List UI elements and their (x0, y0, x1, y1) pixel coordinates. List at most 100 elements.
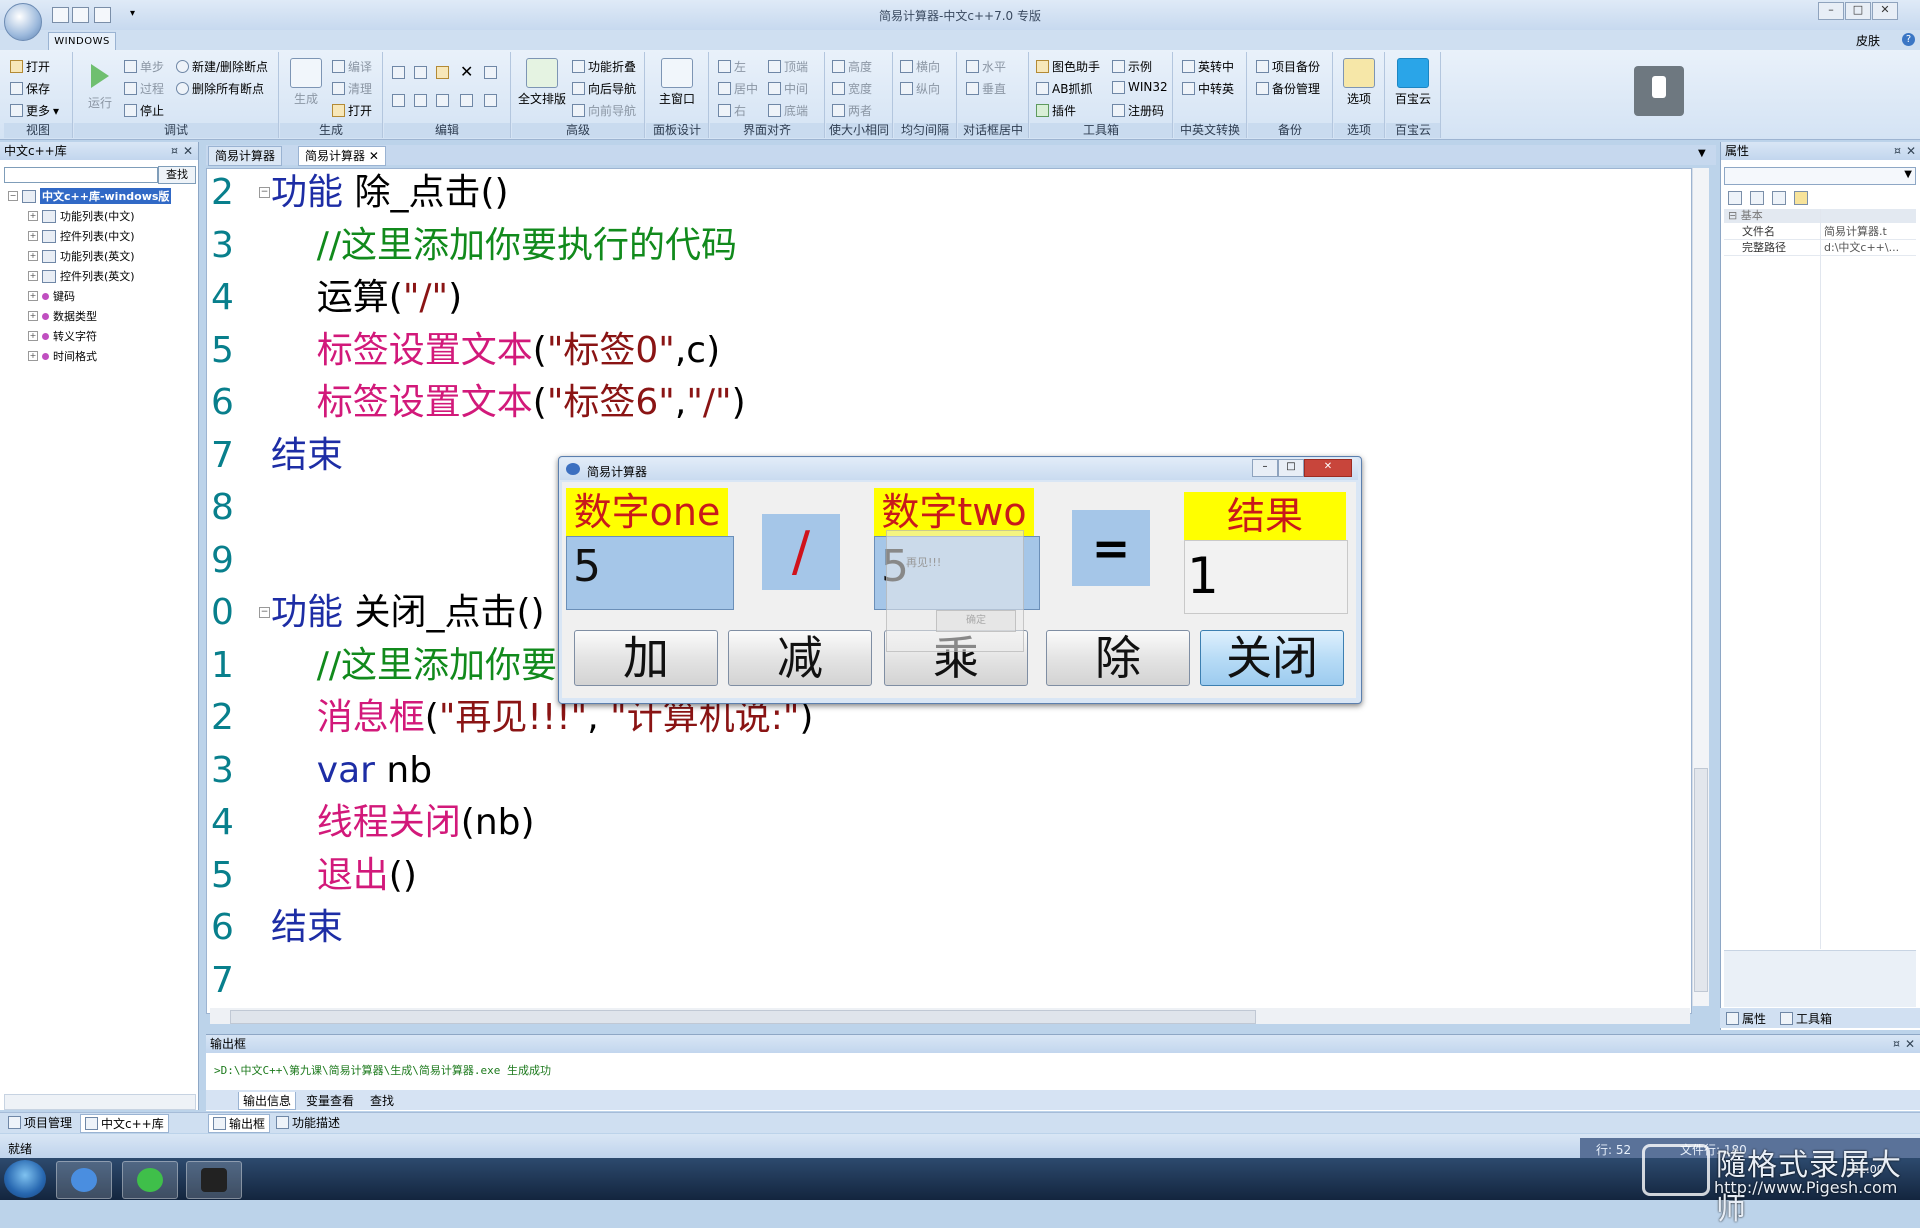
tree-node[interactable]: + 键码 (28, 288, 75, 304)
save-button[interactable]: 保存 (10, 80, 50, 97)
scroll-thumb[interactable] (230, 1010, 1256, 1024)
register-code-button[interactable]: 注册码 (1112, 102, 1164, 119)
tab-properties[interactable]: 属性 (1726, 1010, 1766, 1027)
fading-ok-button[interactable]: 确定 (936, 610, 1016, 632)
collapse-icon[interactable]: − (8, 191, 18, 201)
navigate-back-button[interactable]: 向后导航 (572, 80, 636, 97)
library-search-input[interactable] (4, 167, 158, 183)
library-horizontal-scrollbar[interactable] (4, 1094, 196, 1110)
format-all-button[interactable]: 全文排版 (516, 58, 568, 107)
pin-icon[interactable]: ¤ (171, 142, 178, 160)
same-width-button[interactable]: 宽度 (832, 80, 872, 97)
tree-node[interactable]: + 时间格式 (28, 348, 97, 364)
start-button[interactable] (4, 1160, 46, 1198)
object-selector[interactable]: ▼ (1724, 167, 1916, 185)
categorized-icon[interactable] (1728, 191, 1742, 205)
tree-node[interactable]: + 转义字符 (28, 328, 97, 344)
code-line[interactable]: 2 − 功能 除_点击() (207, 169, 1687, 219)
undo-icon[interactable] (392, 94, 405, 107)
align-center-button[interactable]: 居中 (718, 80, 758, 97)
library-search-button[interactable]: 查找 (158, 166, 196, 184)
tree-root[interactable]: − 中文c++库-windows版 (8, 188, 172, 204)
examples-button[interactable]: 示例 (1112, 58, 1152, 75)
tab-output-info[interactable]: 输出信息 (238, 1092, 297, 1110)
expand-icon[interactable]: + (28, 291, 38, 301)
tab-variable-watch[interactable]: 变量查看 (302, 1092, 358, 1109)
run-button[interactable]: 运行 (80, 60, 120, 111)
code-line[interactable]: 5 标签设置文本("标签0",c) (207, 325, 1687, 377)
paste-icon[interactable] (436, 66, 449, 79)
expand-icon[interactable]: + (28, 351, 38, 361)
vertical-spacing-button[interactable]: 纵向 (900, 80, 940, 97)
expand-icon[interactable]: + (28, 271, 38, 281)
doc-tab-code[interactable]: 简易计算器 ✕ (298, 146, 386, 166)
calculator-title-bar[interactable] (560, 458, 1358, 480)
horizontal-spacing-button[interactable]: 横向 (900, 58, 940, 75)
step-over-button[interactable]: 过程 (124, 80, 164, 97)
en-to-cn-button[interactable]: 英转中 (1182, 58, 1234, 75)
expand-icon[interactable]: + (28, 231, 38, 241)
code-line[interactable]: 5 退出() (207, 850, 1687, 902)
align-right-button[interactable]: 右 (718, 102, 746, 119)
stop-button[interactable]: 停止 (124, 102, 164, 119)
tab-function-description[interactable]: 功能描述 (272, 1114, 344, 1131)
ab-grab-button[interactable]: AB抓抓 (1036, 80, 1092, 97)
code-line[interactable]: 4 运算("/") (207, 272, 1687, 324)
calc-close-button[interactable]: ✕ (1304, 459, 1352, 477)
taskbar-ide-button[interactable] (56, 1161, 112, 1199)
doc-tab-designer[interactable]: 简易计算器 (208, 146, 283, 166)
build-button[interactable]: 生成 (286, 58, 326, 107)
expand-icon[interactable]: + (28, 331, 38, 341)
tab-library[interactable]: 中文c++库 (80, 1114, 169, 1133)
expand-icon[interactable]: + (28, 211, 38, 221)
fold-toggle-icon[interactable]: − (259, 187, 270, 198)
align-bottom-button[interactable]: 底端 (768, 102, 808, 119)
clean-button[interactable]: 清理 (332, 80, 372, 97)
fold-functions-button[interactable]: 功能折叠 (572, 58, 636, 75)
ribbon-tab-windows[interactable]: WINDOWS (48, 32, 116, 51)
indent-icon[interactable] (460, 94, 473, 107)
tab-output-box[interactable]: 输出框 (208, 1114, 271, 1133)
close-icon[interactable]: ✕ (183, 142, 193, 160)
main-window-button[interactable]: 主窗口 (652, 58, 702, 107)
compile-button[interactable]: 编译 (332, 58, 372, 75)
cn-to-en-button[interactable]: 中转英 (1182, 80, 1234, 97)
center-horizontal-button[interactable]: 水平 (966, 58, 1006, 75)
win32-button[interactable]: WIN32 (1112, 80, 1168, 94)
project-backup-button[interactable]: 项目备份 (1256, 58, 1320, 75)
maximize-button[interactable]: □ (1845, 2, 1871, 20)
code-line[interactable]: 6 结束 (207, 902, 1687, 954)
same-both-button[interactable]: 两者 (832, 102, 872, 119)
expand-icon[interactable]: + (28, 251, 38, 261)
tab-list-dropdown-icon[interactable]: ▼ (1698, 148, 1706, 159)
code-line[interactable]: 7 (207, 955, 1687, 1007)
property-pages-icon[interactable] (1772, 191, 1786, 205)
calc-maximize-button[interactable]: □ (1278, 459, 1304, 477)
center-vertical-button[interactable]: 垂直 (966, 80, 1006, 97)
select-all-icon[interactable] (484, 66, 497, 79)
events-icon[interactable] (1794, 191, 1808, 205)
code-line[interactable]: 3 //这里添加你要执行的代码 (207, 220, 1687, 272)
tab-project-manager[interactable]: 项目管理 (4, 1114, 76, 1131)
redo-icon[interactable] (414, 94, 427, 107)
scroll-thumb[interactable] (1694, 768, 1708, 992)
plugins-button[interactable]: 插件 (1036, 102, 1076, 119)
close-button[interactable]: ✕ (1872, 2, 1898, 20)
align-middle-button[interactable]: 中间 (768, 80, 808, 97)
delete-icon[interactable]: ✕ (460, 62, 473, 81)
close-tab-icon[interactable]: ✕ (369, 149, 379, 163)
tree-node[interactable]: + 控件列表(英文) (28, 268, 135, 284)
tab-toolbox[interactable]: 工具箱 (1780, 1010, 1832, 1027)
tab-find[interactable]: 查找 (366, 1092, 398, 1109)
same-height-button[interactable]: 高度 (832, 58, 872, 75)
input-number-one[interactable]: 5 (566, 536, 734, 610)
open-output-button[interactable]: 打开 (332, 102, 372, 119)
open-button[interactable]: 打开 (10, 58, 50, 75)
fold-toggle-icon[interactable]: − (259, 607, 270, 618)
close-app-button[interactable]: 关闭 (1200, 630, 1344, 686)
find-icon[interactable] (436, 94, 449, 107)
help-icon[interactable]: ? (1902, 33, 1915, 46)
pin-icon[interactable]: ¤ (1894, 142, 1901, 160)
minimize-button[interactable]: – (1818, 2, 1844, 20)
baibao-cloud-button[interactable]: 百宝云 (1388, 58, 1438, 107)
